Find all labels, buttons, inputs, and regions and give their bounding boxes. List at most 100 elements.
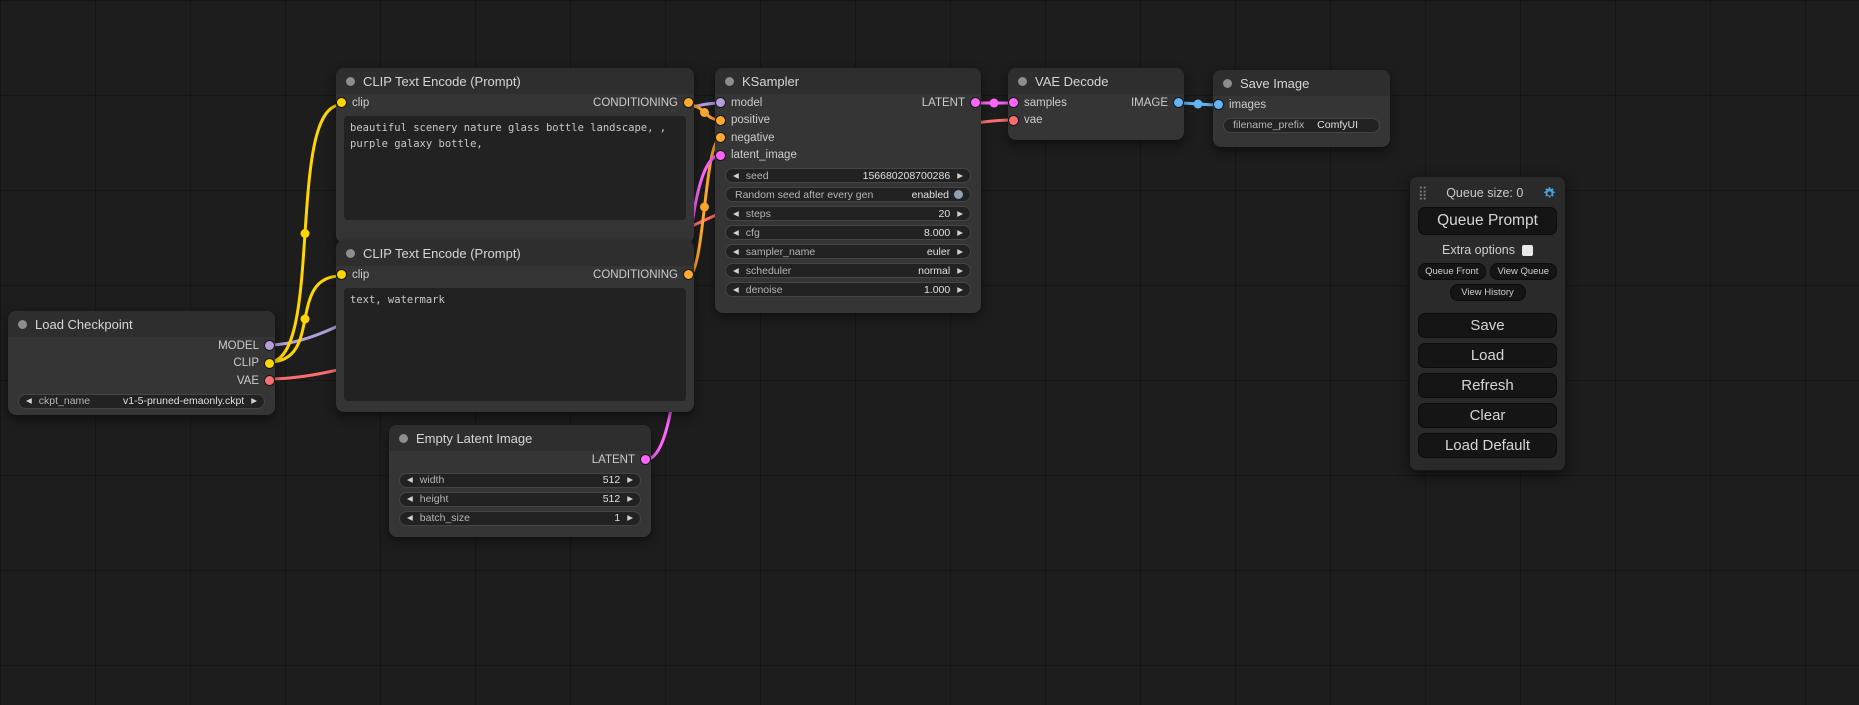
node-load-checkpoint[interactable]: Load Checkpoint MODEL CLIP VAE ◀ ckpt_na…	[8, 311, 275, 415]
node-title-bar[interactable]: CLIP Text Encode (Prompt)	[336, 68, 694, 94]
widget-value: 512	[603, 493, 621, 505]
view-history-button[interactable]: View History	[1450, 284, 1526, 301]
conditioning-output-port[interactable]	[684, 98, 693, 107]
clip-input-port[interactable]	[337, 98, 346, 107]
negative-input-port[interactable]	[716, 133, 725, 142]
model-output-port[interactable]	[265, 341, 274, 350]
slot-row: clip CONDITIONING	[336, 266, 694, 284]
samples-input-port[interactable]	[1009, 98, 1018, 107]
sampler-name-widget[interactable]: ◀ sampler_name euler ▶	[725, 244, 971, 259]
load-default-button[interactable]: Load Default	[1418, 433, 1557, 458]
clip-output-port[interactable]	[265, 359, 274, 368]
next-arrow-icon[interactable]: ▶	[251, 397, 257, 405]
prev-arrow-icon[interactable]: ◀	[407, 495, 413, 503]
seed-widget[interactable]: ◀ seed 156680208700286 ▶	[725, 168, 971, 183]
slot-label-model: model	[731, 97, 762, 109]
slot-label-conditioning: CONDITIONING	[593, 97, 678, 109]
prev-arrow-icon[interactable]: ◀	[733, 172, 739, 180]
node-title-bar[interactable]: Empty Latent Image	[389, 425, 651, 451]
widget-value: enabled	[912, 189, 949, 201]
settings-gear-icon[interactable]	[1542, 186, 1557, 201]
collapse-dot-icon[interactable]	[1223, 79, 1232, 88]
positive-input-port[interactable]	[716, 116, 725, 125]
prev-arrow-icon[interactable]: ◀	[733, 267, 739, 275]
node-title-bar[interactable]: Load Checkpoint	[8, 311, 275, 337]
wire-conditioning-midpoint-dot	[700, 108, 709, 117]
model-input-port[interactable]	[716, 98, 725, 107]
collapse-dot-icon[interactable]	[725, 77, 734, 86]
next-arrow-icon[interactable]: ▶	[627, 495, 633, 503]
load-button[interactable]: Load	[1418, 343, 1557, 368]
slot-row: images	[1213, 96, 1390, 114]
conditioning-output-port[interactable]	[684, 270, 693, 279]
toggle-dot-icon[interactable]	[954, 190, 963, 199]
height-widget[interactable]: ◀ height 512 ▶	[399, 492, 641, 507]
next-arrow-icon[interactable]: ▶	[957, 248, 963, 256]
next-arrow-icon[interactable]: ▶	[957, 267, 963, 275]
vae-input-port[interactable]	[1009, 116, 1018, 125]
node-title-bar[interactable]: KSampler	[715, 68, 981, 94]
queue-size-value: 0	[1516, 186, 1523, 200]
prev-arrow-icon[interactable]: ◀	[733, 210, 739, 218]
node-title-bar[interactable]: Save Image	[1213, 70, 1390, 96]
collapse-dot-icon[interactable]	[346, 249, 355, 258]
prev-arrow-icon[interactable]: ◀	[407, 476, 413, 484]
collapse-dot-icon[interactable]	[346, 77, 355, 86]
node-vae-decode[interactable]: VAE Decode samples IMAGE vae	[1008, 68, 1184, 140]
clear-button[interactable]: Clear	[1418, 403, 1557, 428]
drag-handle-icon[interactable]: ⣿	[1418, 185, 1428, 201]
clip-input-port[interactable]	[337, 270, 346, 279]
prev-arrow-icon[interactable]: ◀	[733, 286, 739, 294]
images-input-port[interactable]	[1214, 100, 1223, 109]
steps-widget[interactable]: ◀ steps 20 ▶	[725, 206, 971, 221]
vae-output-port[interactable]	[265, 376, 274, 385]
node-clip-text-encode-positive[interactable]: CLIP Text Encode (Prompt) clip CONDITION…	[336, 68, 694, 243]
image-output-port[interactable]	[1174, 98, 1183, 107]
prev-arrow-icon[interactable]: ◀	[26, 397, 32, 405]
prompt-textarea[interactable]: beautiful scenery nature glass bottle la…	[344, 116, 686, 220]
node-save-image[interactable]: Save Image images filename_prefix ComfyU…	[1213, 70, 1390, 147]
prompt-textarea[interactable]: text, watermark	[344, 288, 686, 401]
next-arrow-icon[interactable]: ▶	[957, 210, 963, 218]
batch-size-widget[interactable]: ◀ batch_size 1 ▶	[399, 511, 641, 526]
width-widget[interactable]: ◀ width 512 ▶	[399, 473, 641, 488]
collapse-dot-icon[interactable]	[399, 434, 408, 443]
denoise-widget[interactable]: ◀ denoise 1.000 ▶	[725, 282, 971, 297]
random-seed-toggle-widget[interactable]: Random seed after every gen enabled	[725, 187, 971, 202]
save-button[interactable]: Save	[1418, 313, 1557, 338]
history-row: View History	[1418, 284, 1557, 301]
prev-arrow-icon[interactable]: ◀	[407, 514, 413, 522]
filename-prefix-widget[interactable]: filename_prefix ComfyUI	[1223, 118, 1380, 133]
collapse-dot-icon[interactable]	[1018, 77, 1027, 86]
node-empty-latent-image[interactable]: Empty Latent Image LATENT ◀ width 512 ▶ …	[389, 425, 651, 537]
latent-output-port[interactable]	[641, 455, 650, 464]
next-arrow-icon[interactable]: ▶	[957, 229, 963, 237]
queue-prompt-button[interactable]: Queue Prompt	[1418, 207, 1557, 235]
slot-label-latent: LATENT	[592, 454, 635, 466]
scheduler-widget[interactable]: ◀ scheduler normal ▶	[725, 263, 971, 278]
slot-label-samples: samples	[1024, 97, 1067, 109]
refresh-button[interactable]: Refresh	[1418, 373, 1557, 398]
next-arrow-icon[interactable]: ▶	[957, 172, 963, 180]
node-clip-text-encode-negative[interactable]: CLIP Text Encode (Prompt) clip CONDITION…	[336, 240, 694, 412]
prev-arrow-icon[interactable]: ◀	[733, 248, 739, 256]
cfg-widget[interactable]: ◀ cfg 8.000 ▶	[725, 225, 971, 240]
ckpt-name-widget[interactable]: ◀ ckpt_name v1-5-pruned-emaonly.ckpt ▶	[18, 394, 265, 409]
node-ksampler[interactable]: KSampler model LATENT positive negative …	[715, 68, 981, 313]
wire-clip-to-positive	[269, 105, 341, 362]
slot-label-clip: clip	[352, 97, 369, 109]
next-arrow-icon[interactable]: ▶	[627, 476, 633, 484]
latent-output-port[interactable]	[971, 98, 980, 107]
collapse-dot-icon[interactable]	[18, 320, 27, 329]
latent-image-input-port[interactable]	[716, 151, 725, 160]
widget-value: ComfyUI	[1317, 119, 1358, 131]
node-title-bar[interactable]: VAE Decode	[1008, 68, 1184, 94]
queue-front-button[interactable]: Queue Front	[1418, 263, 1486, 280]
node-title-bar[interactable]: CLIP Text Encode (Prompt)	[336, 240, 694, 266]
prev-arrow-icon[interactable]: ◀	[733, 229, 739, 237]
wire-clip-midpoint-dot	[301, 229, 310, 238]
extra-options-checkbox[interactable]	[1522, 245, 1533, 256]
next-arrow-icon[interactable]: ▶	[957, 286, 963, 294]
next-arrow-icon[interactable]: ▶	[627, 514, 633, 522]
view-queue-button[interactable]: View Queue	[1490, 263, 1558, 280]
